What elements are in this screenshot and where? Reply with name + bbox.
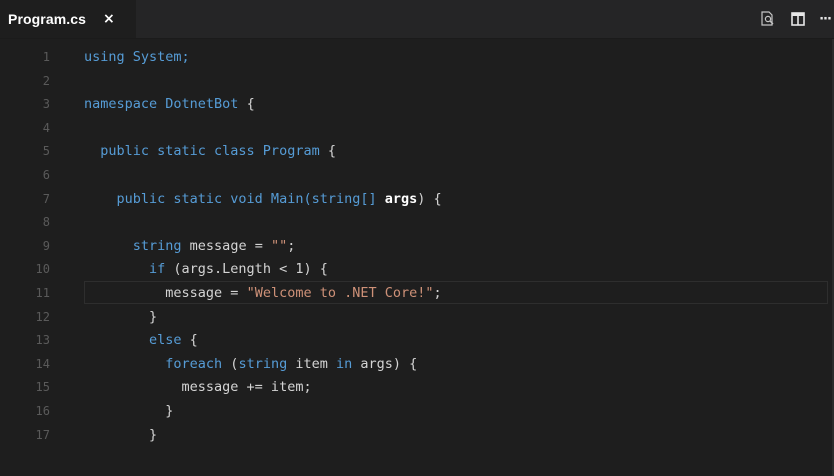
tab-program-cs[interactable]: Program.cs × (0, 0, 136, 38)
code-token: { (238, 96, 255, 113)
code-line[interactable]: namespace DotnetBot { (0, 92, 834, 116)
code-token: ( (222, 355, 239, 372)
code-token: public static void Main(string[] (84, 190, 377, 207)
code-token: string (84, 237, 182, 254)
code-token: "Welcome to .NET Core!" (246, 285, 434, 301)
code-token: args (384, 190, 418, 207)
more-actions-label: ··· (819, 11, 832, 27)
code-token: message = (181, 237, 271, 254)
code-token: { (319, 143, 336, 160)
code-line[interactable]: } (0, 423, 834, 447)
code-line[interactable]: foreach (string item in args) { (0, 352, 834, 376)
code-token: namespace DotnetBot (84, 96, 239, 113)
code-line[interactable]: if (args.Length < 1) { (0, 257, 834, 281)
code-token: message = (84, 285, 247, 301)
code-token: using System; (84, 49, 190, 65)
code-token: (args.Length < 1) { (165, 261, 328, 278)
code-token: public static class Program (84, 143, 320, 160)
code-token: } (84, 426, 158, 443)
code-token: if (84, 261, 166, 278)
code-line[interactable]: else { (0, 328, 834, 352)
code-token: args) { (352, 355, 418, 372)
editor-actions: ··· (750, 0, 834, 38)
search-file-icon[interactable] (756, 7, 780, 31)
code-line[interactable]: message = "Welcome to .NET Core!"; (0, 281, 834, 305)
code-editor[interactable]: 1 2 3 4 5 6 7 8 9 10 11 12 13 14 15 16 17 using System; n… (0, 39, 834, 476)
editor-window: Program.cs × ··· 1 2 3 4 5 6 7 8 9 10 11… (0, 0, 834, 476)
code-token: ; (287, 237, 296, 254)
code-line[interactable]: public static void Main(string[] args) { (0, 187, 834, 211)
code-area[interactable]: using System; namespace DotnetBot { publi… (0, 39, 834, 476)
code-line[interactable]: string message = ""; (0, 234, 834, 258)
split-editor-icon[interactable] (786, 7, 810, 31)
code-line[interactable] (0, 116, 834, 140)
code-line[interactable]: using System; (0, 45, 834, 69)
code-token: } (84, 308, 158, 325)
code-token: string (238, 355, 288, 372)
code-line[interactable] (0, 210, 834, 234)
code-token: else (84, 332, 182, 349)
code-token: ; (433, 285, 442, 301)
code-token: foreach (84, 355, 223, 372)
code-token: { (181, 332, 198, 349)
code-line[interactable]: } (0, 305, 834, 329)
code-token: } (84, 403, 174, 419)
code-line[interactable]: } (0, 399, 834, 423)
close-icon[interactable]: × (103, 12, 115, 26)
code-line[interactable] (0, 69, 834, 93)
code-token: ) { (417, 190, 442, 207)
code-line[interactable]: public static class Program { (0, 139, 834, 163)
code-token: "" (270, 237, 288, 254)
code-token: message += item; (84, 379, 312, 396)
tab-bar: Program.cs × ··· (0, 0, 834, 39)
code-line[interactable] (0, 163, 834, 187)
code-token: in (336, 355, 353, 372)
code-token: item (287, 355, 336, 372)
more-actions-icon[interactable]: ··· (816, 7, 834, 31)
code-line[interactable]: message += item; (0, 375, 834, 399)
tab-label: Program.cs (8, 11, 87, 27)
